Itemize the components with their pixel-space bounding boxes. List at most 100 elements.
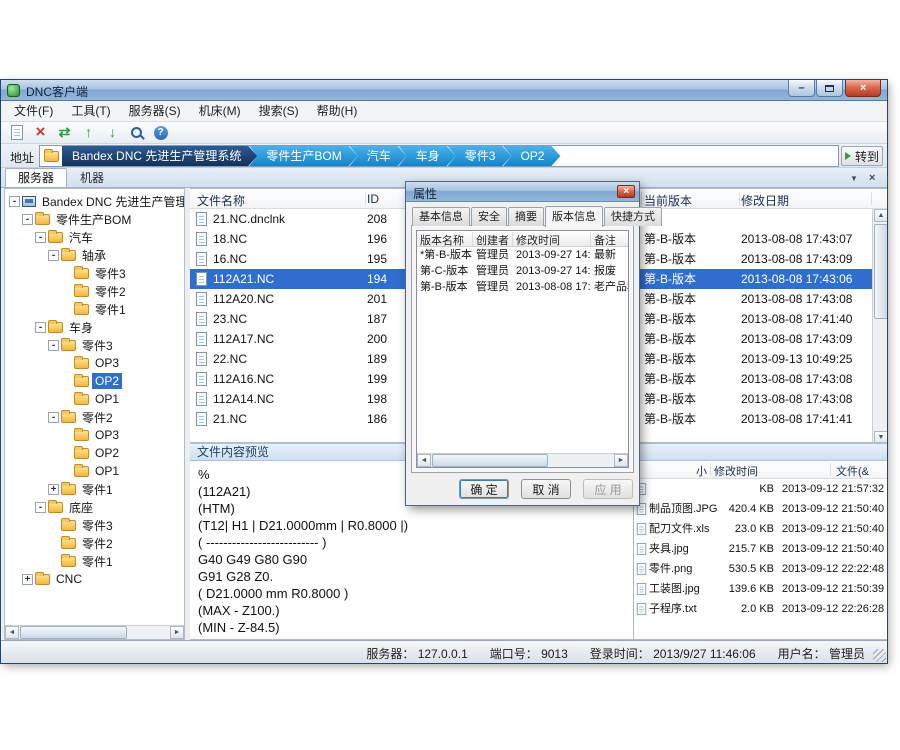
breadcrumb-segment[interactable]: 零件3 [447,145,512,167]
tree-item[interactable]: 零件2 [5,282,184,300]
tree-item[interactable]: 零件3 [5,516,184,534]
expander-icon[interactable]: - [35,322,46,333]
tree-item[interactable]: -轴承 [5,246,184,264]
attachment-row[interactable]: 零件.png530.5 KB2013-09-12 22:22:48 [634,559,887,579]
ok-button[interactable]: 确 定 [459,479,509,499]
attachment-row[interactable]: 工装图.jpg139.6 KB2013-09-12 21:50:39 [634,579,887,599]
column-header-creator[interactable]: 创建者 [473,232,513,246]
tree-item[interactable]: -零件生产BOM [5,210,184,228]
column-header-note[interactable]: 备注 [591,232,629,246]
tab-server[interactable]: 服务器 [5,168,67,187]
file-list-vertical-scrollbar[interactable] [872,209,887,443]
dialog-tab-1[interactable]: 安全 [471,207,507,226]
attachment-row[interactable]: 配刀文件.xls23.0 KB2013-09-12 21:50:40 [634,519,887,539]
attachment-row[interactable]: 制品顶图.JPG420.4 KB2013-09-12 21:50:40 [634,499,887,519]
column-header-mtime[interactable]: 修改时间 [714,463,758,479]
column-header-size[interactable]: 小 [696,463,707,479]
dialog-tab-4[interactable]: 快捷方式 [604,207,662,226]
attachment-row[interactable]: KB2013-09-12 21:57:32 [634,479,887,499]
tree-item[interactable]: +CNC [5,570,184,588]
help-button[interactable] [150,123,171,143]
tree-item[interactable]: -零件2 [5,408,184,426]
tree-item[interactable]: OP1 [5,462,184,480]
move-up-button[interactable] [78,123,99,143]
tree-item[interactable]: -零件3 [5,336,184,354]
tab-machine[interactable]: 机器 [67,168,117,187]
expander-icon[interactable]: - [22,214,33,225]
scroll-right-button[interactable] [170,626,184,639]
tree-item[interactable]: 零件2 [5,534,184,552]
close-button[interactable] [845,80,881,97]
scrollbar-thumb[interactable] [20,626,127,639]
menu-item-0[interactable]: 文件(F) [5,101,62,121]
breadcrumb-segment[interactable]: Bandex DNC 先进生产管理系统 [62,145,257,167]
new-file-button[interactable] [6,123,27,143]
panel-menu-button[interactable] [847,172,861,185]
dialog-tab-3[interactable]: 版本信息 [545,206,603,227]
expander-icon[interactable]: - [35,502,46,513]
attachment-row[interactable]: 夹具.jpg215.7 KB2013-09-12 21:50:40 [634,539,887,559]
column-header-modified[interactable]: 修改日期 [741,192,789,209]
expander-icon[interactable]: - [48,412,59,423]
scroll-left-button[interactable] [417,454,431,467]
go-button[interactable]: 转到 [841,146,883,166]
tree-item[interactable]: -汽车 [5,228,184,246]
tree-item[interactable]: 零件1 [5,552,184,570]
dialog-horizontal-scrollbar[interactable] [417,453,628,467]
breadcrumb-segment[interactable]: 零件生产BOM [248,145,357,167]
tree-item[interactable]: +零件1 [5,480,184,498]
resize-grip[interactable] [873,649,886,662]
scroll-left-button[interactable] [5,626,19,639]
tree-item[interactable]: OP3 [5,354,184,372]
expander-icon[interactable]: + [48,484,59,495]
tree-item[interactable]: 零件1 [5,300,184,318]
tree-item[interactable]: -Bandex DNC 先进生产管理系统 [5,192,184,210]
transfer-button[interactable] [54,123,75,143]
menu-item-4[interactable]: 搜索(S) [250,101,308,121]
menu-item-3[interactable]: 机床(M) [190,101,250,121]
version-row[interactable]: 第-B-版本管理员2013-08-08 17:老产品程序 [417,279,628,295]
dialog-close-button[interactable] [617,185,635,198]
column-header-name[interactable]: 文件名称 [197,192,245,209]
scroll-up-button[interactable] [874,209,887,222]
expander-icon[interactable]: - [48,340,59,351]
scroll-down-button[interactable] [874,431,887,443]
expander-icon[interactable]: - [35,232,46,243]
title-bar[interactable]: DNC客户端 [1,80,887,101]
menu-item-2[interactable]: 服务器(S) [120,101,190,121]
tree-item[interactable]: OP2 [5,372,184,390]
dialog-title-bar[interactable]: 属性 [406,182,639,202]
minimize-button[interactable] [788,80,815,97]
tree-item[interactable]: OP1 [5,390,184,408]
tree-item[interactable]: -车身 [5,318,184,336]
tree-item[interactable]: -底座 [5,498,184,516]
version-row[interactable]: *第-B-版本管理员2013-09-27 14:最新 [417,247,628,263]
expander-icon[interactable]: - [48,250,59,261]
tree-item[interactable]: 零件3 [5,264,184,282]
menu-item-1[interactable]: 工具(T) [62,101,119,121]
column-header-file[interactable]: 文件(& [836,463,869,479]
panel-close-button[interactable] [865,172,879,185]
cancel-button[interactable]: 取 消 [521,479,571,499]
column-header-time[interactable]: 修改时间 [513,232,591,246]
move-down-button[interactable] [102,123,123,143]
column-header-id[interactable]: ID [367,192,379,206]
scrollbar-thumb[interactable] [432,454,548,467]
attachment-row[interactable]: 子程序.txt2.0 KB2013-09-12 22:26:28 [634,599,887,619]
expander-icon[interactable]: - [9,196,20,207]
expander-icon[interactable]: + [22,574,33,585]
tree-item[interactable]: OP2 [5,444,184,462]
search-button[interactable] [126,123,147,143]
dialog-tab-0[interactable]: 基本信息 [412,207,470,226]
address-field[interactable]: Bandex DNC 先进生产管理系统零件生产BOM汽车车身零件3OP2 [39,145,839,167]
maximize-button[interactable] [816,80,843,97]
column-header-version-name[interactable]: 版本名称 [417,232,473,246]
scroll-right-button[interactable] [614,454,628,467]
dialog-tab-2[interactable]: 摘要 [508,207,544,226]
menu-item-5[interactable]: 帮助(H) [308,101,367,121]
tree-item[interactable]: OP3 [5,426,184,444]
scrollbar-thumb[interactable] [874,224,887,319]
delete-button[interactable] [30,123,51,143]
version-row[interactable]: 第-C-版本管理员2013-09-27 14:报废 [417,263,628,279]
tree-horizontal-scrollbar[interactable] [5,625,184,639]
